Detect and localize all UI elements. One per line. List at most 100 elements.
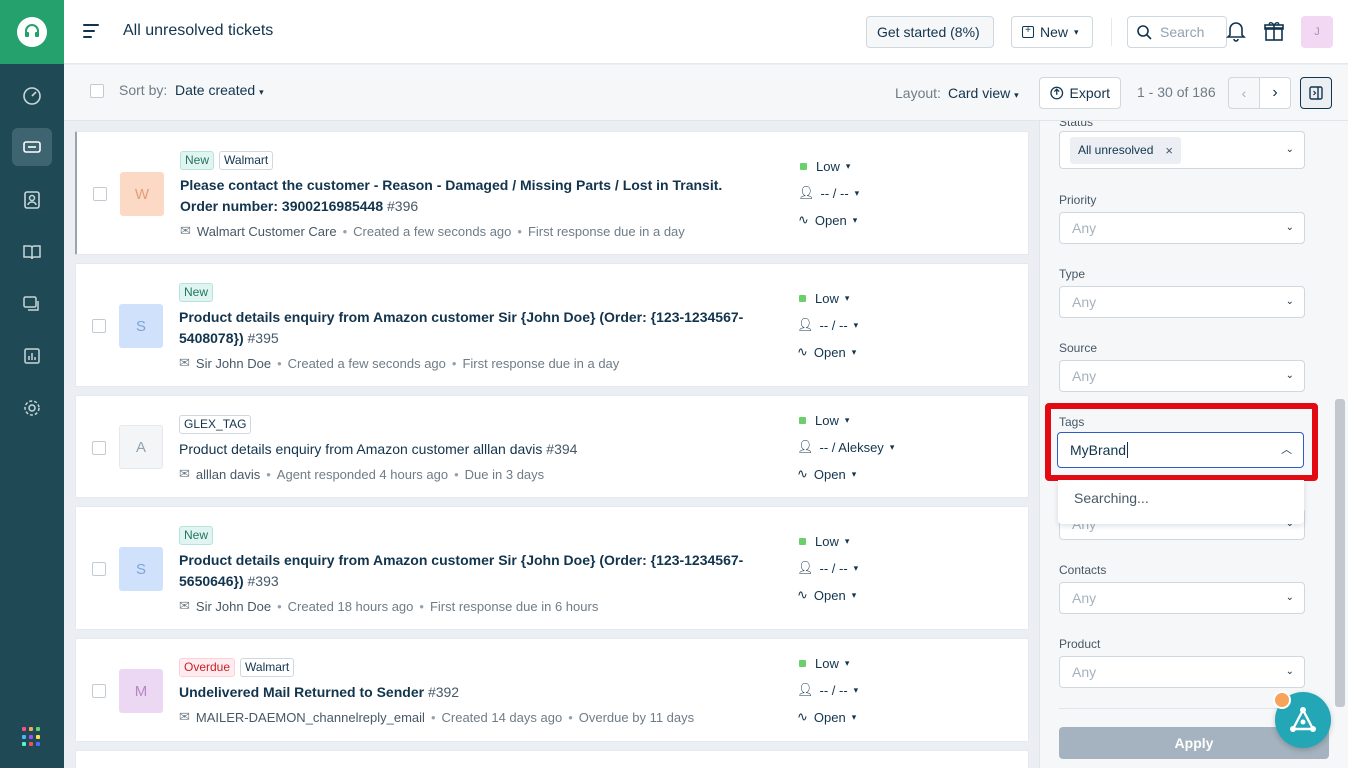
- requester-avatar: S: [119, 547, 163, 591]
- tickets-icon[interactable]: [12, 128, 52, 166]
- ticket-checkbox[interactable]: [92, 562, 106, 576]
- plus-box-icon: +: [1022, 26, 1034, 38]
- assignee-dropdown[interactable]: 👤︎ -- / -- ▾: [798, 185, 859, 201]
- status-dropdown[interactable]: ∿ Open ▾: [798, 212, 857, 228]
- separator-dot: •: [451, 355, 457, 371]
- status-dropdown[interactable]: ∿ Open ▾: [797, 466, 856, 482]
- bell-icon[interactable]: [1226, 20, 1246, 45]
- assignee-dropdown[interactable]: 👤︎ -- / Aleksey ▾: [797, 439, 894, 455]
- status-dropdown[interactable]: ∿ Open ▾: [797, 344, 856, 360]
- source-filter[interactable]: Any ⌄: [1059, 360, 1305, 392]
- apps-grid-icon[interactable]: [22, 727, 42, 747]
- requester-name[interactable]: alllan davis: [196, 467, 260, 482]
- panel-icon: [1309, 86, 1323, 100]
- status-pulse-icon: ∿: [797, 587, 808, 602]
- requester-name[interactable]: Walmart Customer Care: [197, 224, 337, 239]
- due-time: Overdue by 11 days: [578, 709, 695, 725]
- export-button[interactable]: Export: [1039, 77, 1121, 109]
- ticket-card[interactable]: M Overdue Walmart Undelivered Mail Retur…: [75, 638, 1029, 742]
- priority-dropdown[interactable]: Low ▾: [798, 159, 850, 174]
- priority-dropdown[interactable]: Low ▾: [797, 413, 849, 428]
- priority-indicator-icon: [799, 417, 806, 424]
- sort-by-dropdown[interactable]: Date created ▾: [175, 82, 264, 98]
- chevron-down-icon: ▾: [852, 214, 858, 225]
- status-badge: Overdue: [179, 658, 236, 677]
- ticket-checkbox[interactable]: [92, 319, 106, 333]
- chevron-down-icon: ▾: [853, 319, 859, 330]
- get-started-button[interactable]: Get started (8%): [866, 16, 994, 48]
- chevron-down-icon: ⌄: [1285, 296, 1294, 307]
- ticket-subject[interactable]: Product details enquiry from Amazon cust…: [179, 439, 749, 460]
- new-button[interactable]: + New ▾: [1011, 16, 1093, 48]
- select-all-checkbox[interactable]: [90, 84, 104, 98]
- contacts-filter[interactable]: Any ⌄: [1059, 582, 1305, 614]
- get-started-label: Get started (8%): [877, 24, 980, 40]
- ticket-subject[interactable]: Undelivered Mail Returned to Sender #392: [179, 682, 749, 703]
- contacts-filter-label: Contacts: [1059, 563, 1107, 577]
- search-input[interactable]: Search: [1127, 16, 1227, 48]
- requester-name[interactable]: MAILER-DAEMON_channelreply_email: [196, 710, 425, 725]
- forums-icon[interactable]: [12, 285, 52, 323]
- chevron-down-icon: ▾: [1074, 26, 1079, 37]
- prev-page-button[interactable]: ‹: [1228, 77, 1260, 109]
- status-filter[interactable]: All unresolved × ⌄: [1059, 131, 1305, 169]
- assignee-dropdown[interactable]: 👤︎ -- / -- ▾: [797, 560, 858, 576]
- email-icon: ✉: [180, 223, 191, 238]
- toggle-filters-button[interactable]: [1300, 77, 1332, 109]
- status-pulse-icon: ∿: [797, 344, 808, 359]
- ticket-checkbox[interactable]: [93, 187, 107, 201]
- layout-dropdown[interactable]: Card view ▾: [948, 85, 1019, 101]
- reports-icon[interactable]: [12, 337, 52, 375]
- type-filter-label: Type: [1059, 267, 1086, 281]
- chevron-down-icon: ▾: [851, 468, 857, 479]
- settings-icon[interactable]: [12, 389, 52, 427]
- assignee-dropdown[interactable]: 👤︎ -- / -- ▾: [797, 682, 858, 698]
- ticket-card[interactable]: S New Product details enquiry from Amazo…: [75, 263, 1029, 387]
- searching-text: Searching...: [1074, 490, 1149, 506]
- separator-dot: •: [419, 598, 424, 614]
- ticket-card[interactable]: [75, 750, 1029, 768]
- page-title: All unresolved tickets: [123, 22, 274, 39]
- dashboard-icon[interactable]: [12, 77, 52, 115]
- status-dropdown[interactable]: ∿ Open ▾: [797, 587, 856, 603]
- priority-value: Low: [816, 159, 840, 174]
- app-logo[interactable]: [0, 0, 64, 64]
- separator-dot: •: [266, 466, 271, 482]
- product-filter-label: Product: [1059, 637, 1101, 651]
- menu-icon[interactable]: [83, 24, 99, 38]
- scrollbar[interactable]: [1335, 399, 1345, 707]
- chevron-down-icon: ▾: [853, 562, 859, 573]
- product-filter[interactable]: Any ⌄: [1059, 656, 1305, 688]
- ticket-card[interactable]: W New Walmart Please contact the custome…: [75, 131, 1029, 255]
- ticket-checkbox[interactable]: [92, 684, 106, 698]
- tags-input[interactable]: MyBrand ︿: [1057, 432, 1304, 468]
- status-pulse-icon: ∿: [797, 466, 808, 481]
- priority-value: Low: [815, 656, 839, 671]
- priority-indicator-icon: [799, 538, 806, 545]
- ticket-checkbox[interactable]: [92, 441, 106, 455]
- contacts-icon[interactable]: [12, 181, 52, 219]
- priority-dropdown[interactable]: Low ▾: [797, 656, 849, 671]
- requester-name[interactable]: Sir John Doe: [196, 599, 271, 614]
- close-icon[interactable]: ×: [1165, 143, 1173, 158]
- type-filter[interactable]: Any ⌄: [1059, 286, 1305, 318]
- ticket-subject[interactable]: Product details enquiry from Amazon cust…: [179, 550, 749, 592]
- person-icon: 👤︎: [797, 439, 814, 454]
- gift-icon[interactable]: [1263, 20, 1285, 45]
- email-icon: ✉: [179, 355, 190, 370]
- ticket-subject[interactable]: Product details enquiry from Amazon cust…: [179, 307, 749, 349]
- ticket-subject[interactable]: Please contact the customer - Reason - D…: [180, 175, 750, 217]
- ticket-card[interactable]: S New Product details enquiry from Amazo…: [75, 506, 1029, 630]
- priority-filter[interactable]: Any ⌄: [1059, 212, 1305, 244]
- ticket-card[interactable]: A GLEX_TAG Product details enquiry from …: [75, 395, 1029, 498]
- user-avatar[interactable]: J: [1301, 16, 1333, 48]
- requester-name[interactable]: Sir John Doe: [196, 356, 271, 371]
- priority-dropdown[interactable]: Low ▾: [797, 534, 849, 549]
- priority-dropdown[interactable]: Low ▾: [797, 291, 849, 306]
- requester-avatar: M: [119, 669, 163, 713]
- list-toolbar: Sort by: Date created ▾ Layout: Card vie…: [64, 65, 1348, 121]
- next-page-button[interactable]: ›: [1259, 77, 1291, 109]
- knowledge-base-icon[interactable]: [12, 233, 52, 271]
- status-dropdown[interactable]: ∿ Open ▾: [797, 709, 856, 725]
- assignee-dropdown[interactable]: 👤︎ -- / -- ▾: [797, 317, 858, 333]
